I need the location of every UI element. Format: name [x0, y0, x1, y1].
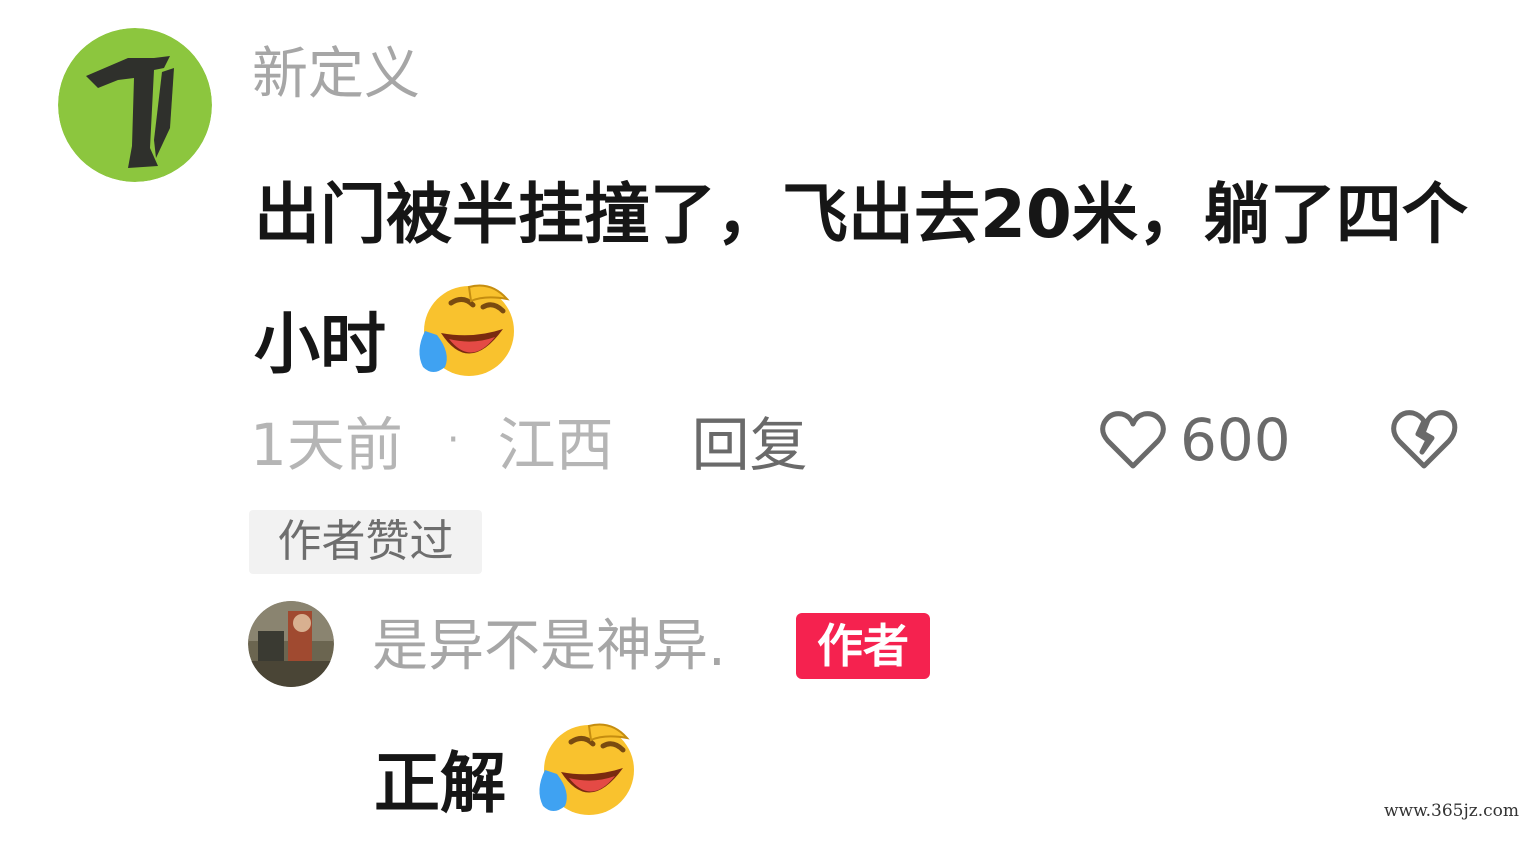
laughing-crying-emoji-icon: [508, 723, 637, 836]
laughing-crying-emoji-icon: [388, 284, 517, 397]
dislike-button[interactable]: [1390, 408, 1458, 472]
author-liked-tag: 作者赞过: [249, 510, 482, 574]
reply-comment-text: 正解: [374, 720, 637, 841]
author-badge: 作者: [796, 613, 930, 679]
like-count: 600: [1180, 406, 1291, 474]
main-comment-avatar[interactable]: [58, 28, 212, 182]
broken-heart-icon: [1391, 410, 1458, 469]
heart-icon: [1100, 411, 1166, 469]
avatar-photo-icon: [248, 601, 334, 687]
reply-comment-avatar[interactable]: [248, 601, 334, 687]
watermark: www.365jz.com: [1384, 801, 1519, 821]
like-button[interactable]: 600: [1100, 405, 1291, 475]
reply-button[interactable]: 回复: [692, 398, 808, 482]
main-comment-text: 出门被半挂撞了，飞出去20米，躺了四个小时: [254, 150, 1504, 424]
comment-location: 江西: [497, 411, 614, 479]
main-comment-meta: 1天前 · 江西 回复: [250, 405, 808, 479]
reply-comment-body: 正解: [374, 745, 506, 822]
main-comment-username[interactable]: 新定义: [252, 40, 420, 110]
comment-time: 1天前: [250, 411, 403, 479]
meta-separator: ·: [446, 417, 460, 463]
avatar-figure-icon: [58, 28, 212, 182]
reply-comment-username[interactable]: 是异不是神异.: [372, 612, 726, 682]
